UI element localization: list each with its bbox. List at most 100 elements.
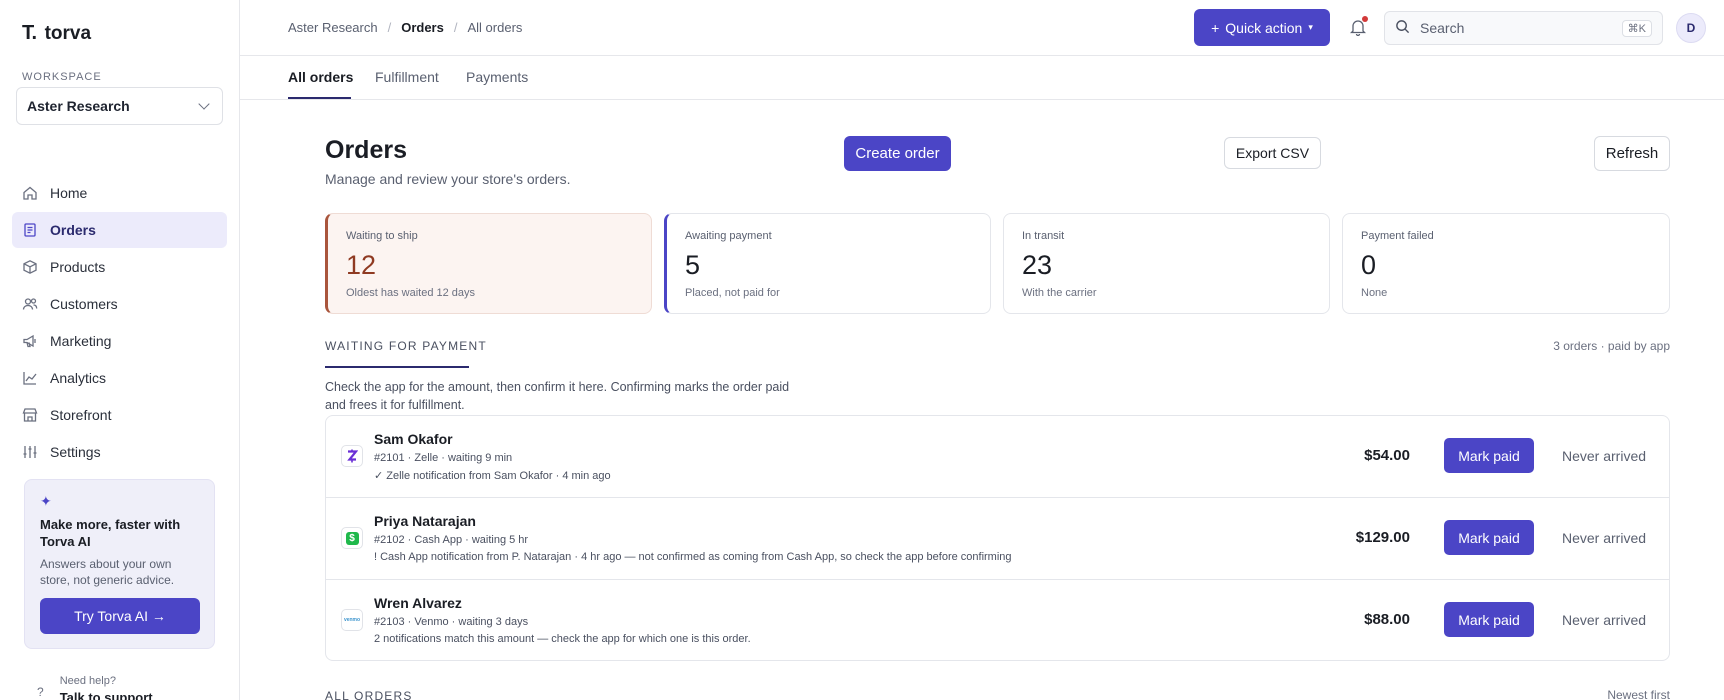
- waiting-for-payment-heading[interactable]: WAITING FOR PAYMENT: [325, 339, 487, 353]
- brand-logo[interactable]: T. torva: [22, 22, 91, 45]
- tab-fulfillment[interactable]: Fulfillment: [375, 69, 439, 85]
- customer-name: Sam Okafor: [374, 431, 453, 447]
- help-action: Talk to support: [59, 690, 153, 700]
- stat-note: With the carrier: [1022, 287, 1097, 299]
- workspace-selected: Aster Research: [27, 98, 130, 114]
- never-arrived-button[interactable]: Never arrived: [1554, 520, 1654, 555]
- help-caption: Need help?: [59, 675, 116, 687]
- breadcrumb-root[interactable]: Aster Research: [288, 20, 378, 35]
- try-ai-button[interactable]: Try Torva AI →: [40, 598, 200, 634]
- store-icon: [22, 407, 38, 423]
- stat-label: Waiting to ship: [346, 230, 418, 242]
- venmo-icon: venmo: [341, 609, 363, 631]
- sidebar-item-orders[interactable]: Orders: [12, 212, 227, 248]
- sidebar-item-marketing[interactable]: Marketing: [12, 323, 227, 359]
- mark-paid-button[interactable]: Mark paid: [1444, 438, 1534, 473]
- waiting-meta: 3 orders · paid by app: [1553, 339, 1670, 353]
- help-link[interactable]: ? Need help? Talk to support: [37, 675, 153, 700]
- sidebar-item-label: Analytics: [50, 370, 107, 386]
- sidebar-item-label: Orders: [50, 222, 96, 238]
- sidebar: T. torva WORKSPACE Aster Research Home O…: [0, 0, 240, 700]
- order-note: ✓ Zelle notification from Sam Okafor · 4…: [374, 470, 611, 482]
- sidebar-item-analytics[interactable]: Analytics: [12, 360, 227, 396]
- never-arrived-button[interactable]: Never arrived: [1554, 438, 1654, 473]
- quick-action-button[interactable]: + Quick action ▾: [1194, 9, 1330, 46]
- stat-card-payment-failed[interactable]: Payment failed 0 None: [1342, 213, 1670, 314]
- avatar[interactable]: D: [1676, 13, 1706, 43]
- stat-card-waiting-to-ship[interactable]: Waiting to ship 12 Oldest has waited 12 …: [325, 213, 652, 314]
- customer-name: Wren Alvarez: [374, 595, 462, 611]
- create-order-button[interactable]: Create order: [844, 136, 951, 171]
- zelle-icon: [341, 445, 363, 467]
- sidebar-item-customers[interactable]: Customers: [12, 286, 227, 322]
- sidebar-item-home[interactable]: Home: [12, 175, 227, 211]
- order-meta: #2101 · Zelle · waiting 9 min: [374, 452, 513, 464]
- mark-paid-button[interactable]: Mark paid: [1444, 520, 1534, 555]
- order-note: 2 notifications match this amount — chec…: [374, 633, 751, 645]
- chart-icon: [22, 370, 38, 386]
- sidebar-item-storefront[interactable]: Storefront: [12, 397, 227, 433]
- stat-label: Awaiting payment: [685, 230, 772, 242]
- section-indicator: [325, 366, 469, 368]
- sidebar-item-label: Marketing: [50, 333, 112, 349]
- promo-text: Answers about your own store, not generi…: [40, 557, 175, 587]
- waiting-description: Check the app for the amount, then confi…: [325, 380, 790, 412]
- mark-paid-button[interactable]: Mark paid: [1444, 602, 1534, 637]
- payment-list: Sam Okafor #2101 · Zelle · waiting 9 min…: [325, 415, 1670, 661]
- stat-value: 0: [1361, 250, 1377, 280]
- refresh-button[interactable]: Refresh: [1594, 136, 1670, 171]
- list-item: venmo Wren Alvarez #2103 · Venmo · waiti…: [326, 580, 1669, 662]
- plus-icon: +: [1211, 19, 1220, 36]
- stat-value: 23: [1022, 250, 1053, 280]
- orders-icon: [22, 222, 38, 238]
- workspace-select[interactable]: Aster Research: [16, 87, 223, 125]
- order-amount: $54.00: [1364, 447, 1410, 464]
- cash-app-glyph: $: [345, 531, 359, 545]
- sidebar-item-label: Storefront: [50, 407, 112, 423]
- search-input[interactable]: Search ⌘K: [1384, 11, 1663, 45]
- top-bar: Aster Research / Orders / All orders + Q…: [240, 0, 1724, 56]
- page-title: Orders: [325, 136, 407, 164]
- stat-label: Payment failed: [1361, 230, 1434, 242]
- list-item: $ Priya Natarajan #2102 · Cash App · wai…: [326, 498, 1669, 580]
- notification-dot: [1362, 16, 1368, 22]
- users-icon: [22, 296, 38, 312]
- order-meta: #2103 · Venmo · waiting 3 days: [374, 616, 529, 628]
- quick-action-label: Quick action: [1225, 19, 1303, 36]
- stat-label: In transit: [1022, 230, 1065, 242]
- sidebar-nav: Home Orders Products Customers Marketing: [12, 175, 227, 471]
- venmo-glyph: venmo: [343, 617, 361, 623]
- search-shortcut: ⌘K: [1621, 19, 1652, 37]
- tab-all-orders[interactable]: All orders: [288, 69, 353, 85]
- order-amount: $88.00: [1364, 611, 1410, 628]
- all-orders-heading: ALL ORDERS: [325, 689, 413, 700]
- sparkle-icon: ✦: [40, 493, 52, 509]
- breadcrumb-separator: /: [387, 20, 392, 35]
- sliders-icon: [22, 444, 38, 460]
- stat-note: Oldest has waited 12 days: [346, 287, 476, 299]
- customer-name: Priya Natarajan: [374, 513, 476, 529]
- never-arrived-button[interactable]: Never arrived: [1554, 602, 1654, 637]
- home-icon: [22, 185, 38, 201]
- search-placeholder: Search: [1420, 20, 1465, 36]
- sidebar-item-products[interactable]: Products: [12, 249, 227, 285]
- tab-bar: All orders Fulfillment Payments: [240, 56, 1724, 100]
- sidebar-item-settings[interactable]: Settings: [12, 434, 227, 470]
- stat-note: None: [1361, 287, 1388, 299]
- order-meta: #2102 · Cash App · waiting 5 hr: [374, 534, 529, 546]
- megaphone-icon: [22, 333, 38, 349]
- sidebar-item-label: Customers: [50, 296, 118, 312]
- breadcrumb-current: All orders: [467, 20, 523, 35]
- workspace-label: WORKSPACE: [22, 71, 102, 83]
- help-icon: ?: [37, 685, 44, 699]
- sidebar-item-label: Home: [50, 185, 88, 201]
- stat-card-in-transit[interactable]: In transit 23 With the carrier: [1003, 213, 1330, 314]
- cash-app-icon: $: [341, 527, 363, 549]
- tab-payments[interactable]: Payments: [466, 69, 528, 85]
- sort-select[interactable]: Newest first: [1607, 688, 1670, 700]
- stat-card-awaiting-payment[interactable]: Awaiting payment 5 Placed, not paid for: [664, 213, 991, 314]
- breadcrumb-separator: /: [453, 20, 458, 35]
- export-csv-button[interactable]: Export CSV: [1224, 137, 1321, 169]
- breadcrumb-section[interactable]: Orders: [401, 20, 444, 35]
- chevron-down-icon: [198, 98, 210, 110]
